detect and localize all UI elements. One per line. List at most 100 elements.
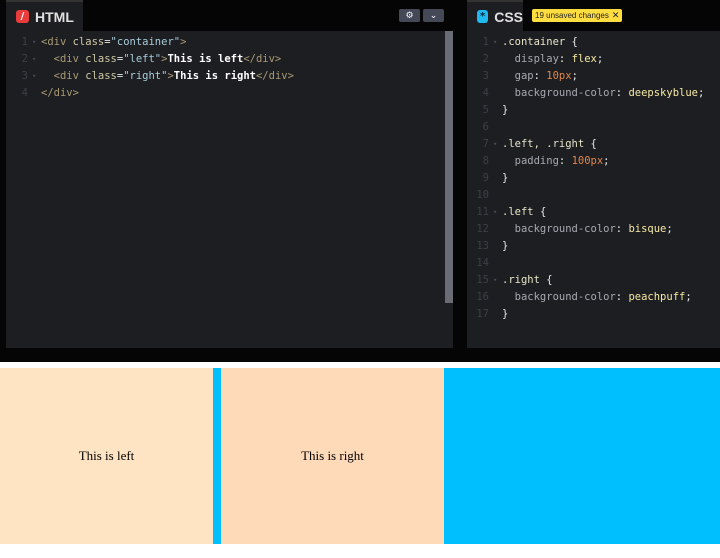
code-text: .left, .right { [502, 136, 597, 153]
collapse-button[interactable]: ⌄ [423, 9, 444, 22]
code-token: <div [41, 53, 86, 65]
line-number: 17 [476, 308, 489, 320]
code-token: { [539, 206, 547, 218]
tab-css[interactable]: * CSS [467, 0, 523, 31]
code-text: <div class="right">This is right</div> [41, 68, 294, 85]
settings-button[interactable]: ⚙ [399, 9, 420, 22]
gear-icon: ⚙ [405, 10, 414, 21]
fold-arrow-icon[interactable]: ▾ [493, 136, 502, 153]
code-token: : [558, 53, 572, 65]
line-number: 8 [482, 155, 489, 167]
code-token: background-color [502, 87, 616, 99]
line-number: 2 [482, 53, 489, 65]
fold-arrow-icon[interactable]: ▾ [493, 204, 502, 221]
code-token: background-color [502, 223, 616, 235]
code-text: <div class="left">This is left</div> [41, 51, 282, 68]
html-editor-panel: / HTML ⚙ ⌄ 1 ▾ <div class="container"> 2 ▾ <… [6, 0, 453, 348]
code-line: 4 background-color: deepskyblue; [467, 85, 720, 102]
code-line: 2 display: flex; [467, 51, 720, 68]
fold-arrow-icon[interactable]: ▾ [32, 68, 41, 85]
code-text: display: flex; [502, 51, 604, 68]
code-line: 8 padding: 100px; [467, 153, 720, 170]
code-line: 3 ▾ <div class="right">This is right</div… [6, 68, 453, 85]
fold-arrow-icon[interactable]: ▾ [493, 272, 502, 289]
html-code-editor[interactable]: 1 ▾ <div class="container"> 2 ▾ <div class="… [6, 34, 453, 102]
code-line: 7 ▾ .left, .right { [467, 136, 720, 153]
code-text: } [502, 102, 508, 119]
code-token: : [615, 223, 629, 235]
code-token: 10px [546, 70, 572, 82]
code-token: { [571, 36, 578, 48]
code-text: </div> [41, 85, 79, 102]
unsaved-changes-badge[interactable]: 19 unsaved changes ✕ [532, 9, 623, 22]
fold-arrow-icon [493, 306, 502, 323]
code-line: 16 background-color: peachpuff; [467, 289, 720, 306]
fold-arrow-icon[interactable]: ▾ [32, 51, 41, 68]
fold-arrow-icon [32, 85, 41, 102]
line-number: 12 [476, 223, 489, 235]
line-number: 13 [476, 240, 489, 252]
code-text: <div class="container"> [41, 34, 186, 51]
css-editor-header: * CSS 19 unsaved changes ✕ [467, 0, 720, 31]
code-text: .left { [502, 204, 546, 221]
line-number: 7 [482, 138, 489, 150]
preview-right-box: This is right [221, 368, 444, 544]
code-text: .right { [502, 272, 553, 289]
code-line: 4 </div> [6, 85, 453, 102]
code-token: </div> [255, 70, 294, 82]
unsaved-changes-text: 19 unsaved changes [535, 11, 609, 20]
line-number: 4 [482, 87, 489, 99]
tab-css-label: CSS [494, 8, 523, 25]
fold-arrow-icon [493, 187, 502, 204]
code-token: ; [685, 291, 692, 303]
code-line: 2 ▾ <div class="left">This is left</div> [6, 51, 453, 68]
code-line: 3 gap: 10px; [467, 68, 720, 85]
line-number: 1 [482, 36, 489, 48]
close-icon[interactable]: ✕ [612, 10, 620, 21]
code-token: flex [571, 53, 597, 65]
fold-arrow-icon[interactable]: ▾ [493, 34, 502, 51]
fold-arrow-icon [493, 170, 502, 187]
fold-arrow-icon [493, 68, 502, 85]
code-token: > [180, 36, 187, 48]
code-token: peachpuff [628, 291, 686, 303]
fold-arrow-icon [493, 51, 502, 68]
code-token: display [502, 53, 559, 65]
fold-arrow-icon[interactable]: ▾ [32, 34, 41, 51]
tab-html-label: HTML [35, 8, 74, 25]
code-token: .left, .right [502, 138, 591, 150]
code-token: background-color [502, 291, 616, 303]
code-line: 1 ▾ <div class="container"> [6, 34, 453, 51]
code-token: } [502, 172, 509, 184]
css-code-editor[interactable]: 1 ▾ .container {2 display: flex; 3 gap: 10p… [467, 34, 720, 323]
code-token: "right" [123, 70, 168, 82]
line-number: 4 [21, 87, 28, 99]
code-token: 100px [571, 155, 604, 167]
code-text: .container { [502, 34, 578, 51]
code-token: class [85, 70, 117, 82]
line-number: 3 [482, 70, 489, 82]
code-line: 17} [467, 306, 720, 323]
preview-container: This is left This is right [0, 368, 720, 544]
code-line: 1 ▾ .container { [467, 34, 720, 51]
code-line: 11 ▾ .left { [467, 204, 720, 221]
fold-arrow-icon [493, 119, 502, 136]
line-number: 11 [476, 206, 489, 218]
code-text: } [502, 306, 508, 323]
scrollbar[interactable] [445, 31, 453, 303]
code-token: ; [571, 70, 578, 82]
css-editor-panel: * CSS 19 unsaved changes ✕ 1 ▾ .container … [467, 0, 720, 348]
code-token: ; [603, 155, 610, 167]
code-token: gap [502, 70, 534, 82]
code-line: 9} [467, 170, 720, 187]
code-token: "left" [123, 53, 162, 65]
fold-arrow-icon [493, 221, 502, 238]
fold-arrow-icon [493, 85, 502, 102]
tab-html[interactable]: / HTML [6, 0, 83, 31]
line-number: 1 [21, 36, 28, 48]
code-token: <div [41, 36, 73, 48]
code-token: This is right [173, 70, 256, 82]
code-token: } [502, 308, 509, 320]
preview-left-text: This is left [78, 448, 135, 463]
preview-right-text: This is right [301, 448, 364, 463]
